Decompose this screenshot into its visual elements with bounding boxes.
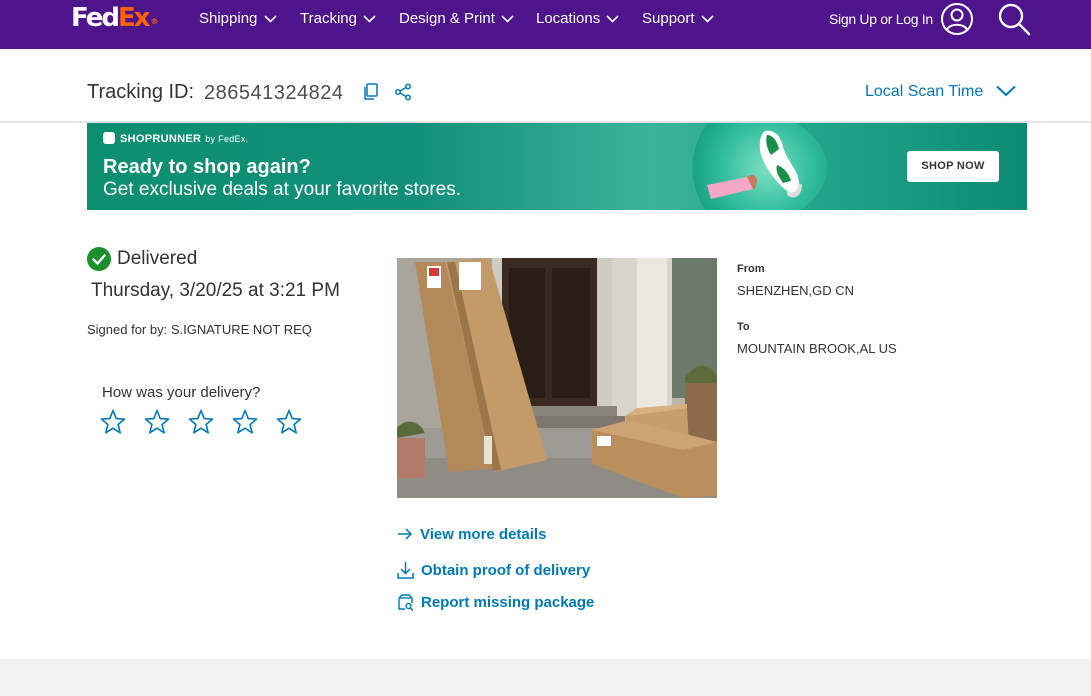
- banner-subline: Get exclusive deals at your favorite sto…: [103, 179, 461, 200]
- check-circle-icon: [87, 247, 111, 271]
- nav-locations[interactable]: Locations: [536, 10, 619, 28]
- copy-icon[interactable]: [363, 83, 379, 101]
- delivery-photo[interactable]: [397, 258, 717, 498]
- nav-design-print[interactable]: Design & Print: [399, 10, 514, 28]
- delivery-status: Delivered: [117, 248, 198, 269]
- nav-locations-label: Locations: [536, 10, 601, 27]
- from-value: SHENZHEN,GD CN: [737, 283, 855, 298]
- shop-now-button[interactable]: SHOP NOW: [907, 151, 999, 182]
- arrow-right-icon: [398, 528, 413, 540]
- nav-support-label: Support: [642, 10, 695, 27]
- nav-tracking-label: Tracking: [300, 10, 357, 27]
- shoprunner-brand: SHOPRUNNER: [120, 133, 202, 145]
- signed-for-by: Signed for by: S.IGNATURE NOT REQ: [87, 322, 312, 337]
- obtain-proof-of-delivery-label: Obtain proof of delivery: [421, 561, 591, 579]
- to-value: MOUNTAIN BROOK,AL US: [737, 341, 897, 356]
- chevron-down-icon: [701, 15, 714, 23]
- chevron-down-icon: [606, 15, 619, 23]
- tracking-id-label: Tracking ID:: [87, 81, 195, 103]
- local-scan-time-toggle[interactable]: Local Scan Time: [865, 82, 983, 102]
- view-more-details-link[interactable]: View more details: [397, 524, 546, 544]
- rating-stars: [100, 409, 302, 437]
- nav-support[interactable]: Support: [642, 10, 714, 28]
- report-missing-package-label: Report missing package: [421, 593, 595, 611]
- to-label: To: [737, 321, 750, 333]
- download-icon: [397, 562, 414, 579]
- fedex-logo[interactable]: FedEx ®: [71, 3, 159, 38]
- top-nav-bar: FedEx ® Shipping Tracking Design & Print …: [0, 0, 1091, 49]
- nav-shipping-label: Shipping: [199, 10, 258, 27]
- delivery-date: Thursday, 3/20/25 at 3:21 PM: [91, 280, 340, 301]
- chevron-down-icon: [501, 15, 514, 23]
- user-icon[interactable]: [940, 2, 974, 36]
- shoprunner-mark-icon: [103, 132, 115, 144]
- star-icon[interactable]: [100, 409, 126, 435]
- package-search-icon: [398, 593, 414, 611]
- search-icon[interactable]: [996, 1, 1032, 37]
- delivery-photo-image: [397, 258, 717, 498]
- tracking-id-value: 286541324824: [204, 82, 344, 104]
- footer-background: [0, 659, 1091, 696]
- star-icon[interactable]: [144, 409, 170, 435]
- star-icon[interactable]: [188, 409, 214, 435]
- chevron-down-icon: [363, 15, 376, 23]
- view-more-details-label: View more details: [420, 525, 547, 543]
- logo-fed: Fed: [71, 3, 120, 33]
- nav-design-print-label: Design & Print: [399, 10, 495, 27]
- nav-tracking[interactable]: Tracking: [300, 10, 376, 28]
- rating-prompt: How was your delivery?: [102, 384, 261, 401]
- obtain-proof-of-delivery-link[interactable]: Obtain proof of delivery: [397, 560, 590, 580]
- nav-shipping[interactable]: Shipping: [199, 10, 277, 28]
- share-icon[interactable]: [394, 83, 412, 101]
- sneaker-hand-icon: [707, 130, 802, 199]
- shoprunner-logo: SHOPRUNNER by FedEx.: [103, 132, 248, 146]
- star-icon[interactable]: [232, 409, 258, 435]
- banner-headline: Ready to shop again?: [103, 156, 311, 178]
- chevron-down-icon: [263, 15, 277, 23]
- logo-registered-mark: ®: [150, 17, 159, 26]
- chevron-down-icon[interactable]: [996, 85, 1016, 97]
- from-label: From: [737, 263, 765, 275]
- shoprunner-banner[interactable]: SHOPRUNNER by FedEx. Ready to shop again?…: [87, 123, 1027, 210]
- report-missing-package-link[interactable]: Report missing package: [397, 592, 594, 612]
- sign-in-link[interactable]: Sign Up or Log In: [829, 10, 933, 28]
- shoprunner-by: by FedEx.: [205, 134, 249, 144]
- star-icon[interactable]: [276, 409, 302, 435]
- logo-ex: Ex: [117, 3, 151, 33]
